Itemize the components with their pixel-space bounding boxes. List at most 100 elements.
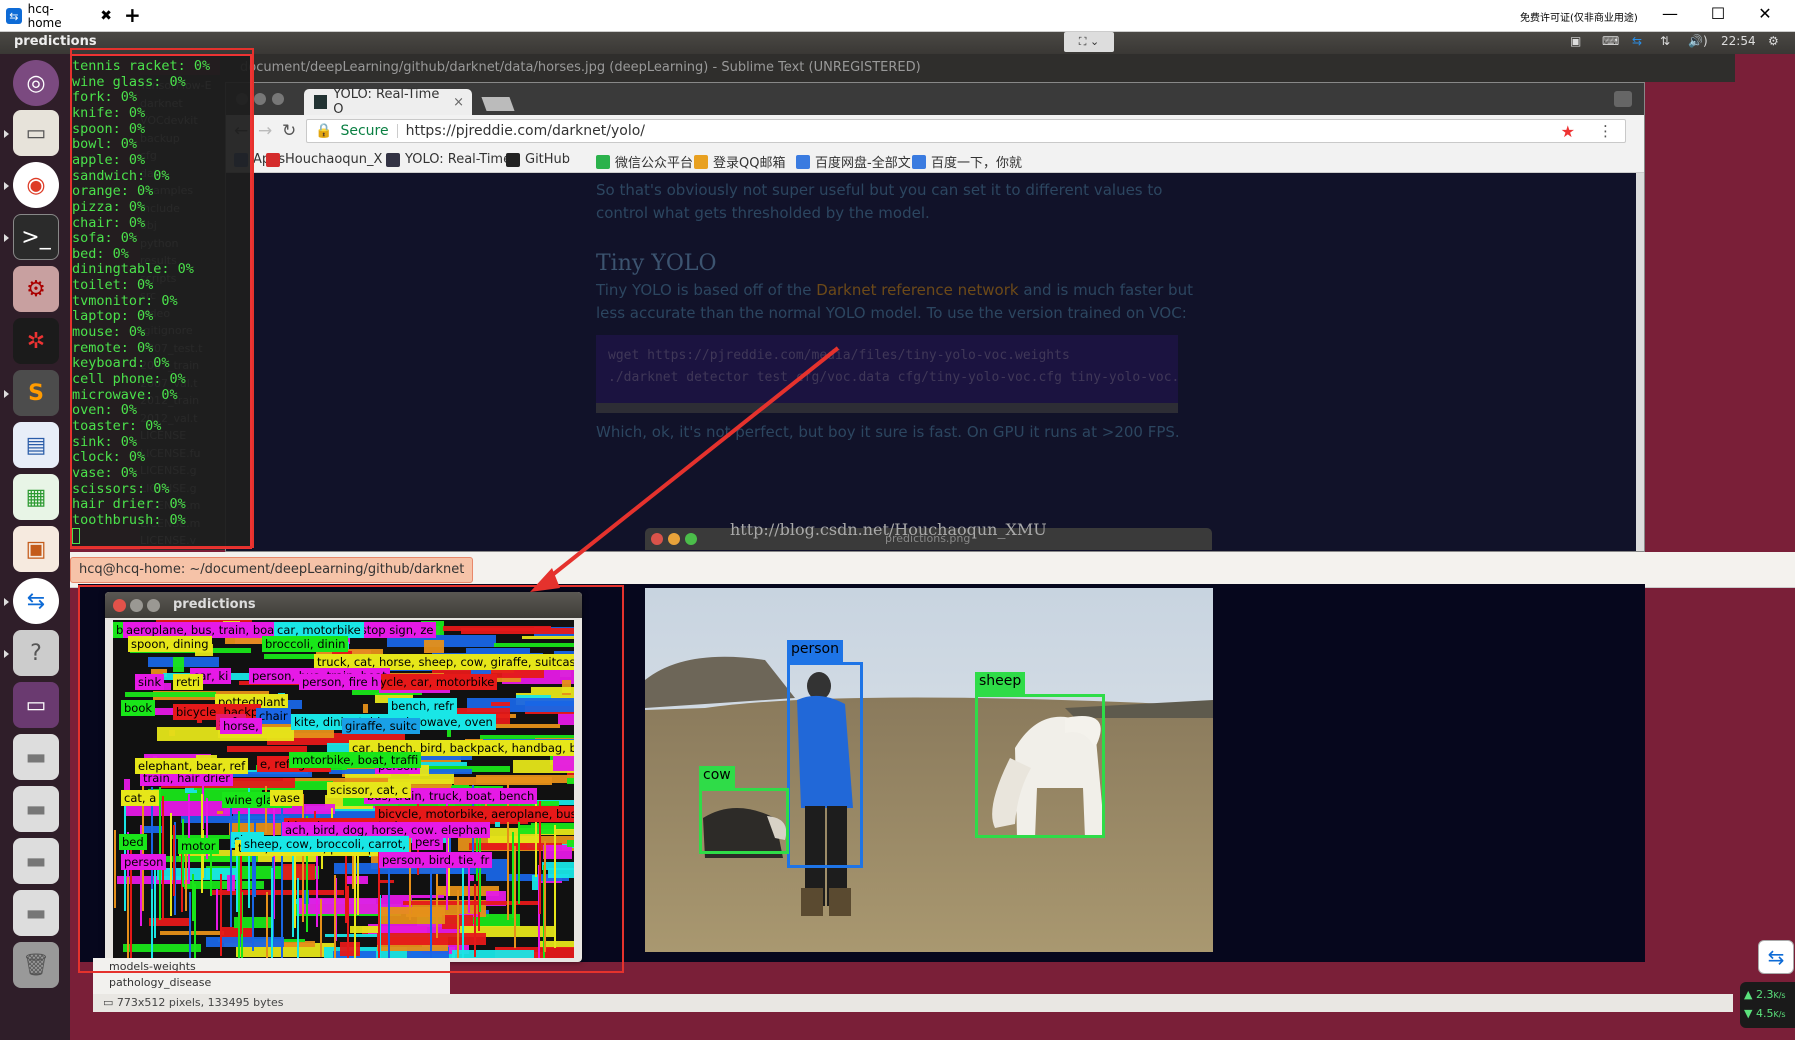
bookmark-label: Houchaoqun_X <box>285 152 383 167</box>
darknet-reference-link[interactable]: Darknet reference network <box>816 281 1018 299</box>
image-info-text: 773x512 pixels, 133495 bytes <box>116 996 284 1009</box>
secure-label: Secure <box>340 123 389 139</box>
bookmark-item[interactable]: 百度一下，你就 <box>912 152 1022 171</box>
clock[interactable]: 22:54 <box>1721 34 1756 48</box>
ubuntu-dash-icon[interactable]: ◎ <box>13 60 59 106</box>
teamviewer-icon: ⇆ <box>6 8 22 24</box>
trash-icon[interactable]: 🗑 <box>13 942 59 988</box>
chrome-toolbar: ← → ↻ 🔒 Secure https://pjreddie.com/dark… <box>226 115 1644 147</box>
bookmark-item[interactable]: GitHub <box>506 152 570 167</box>
active-app-name: predictions <box>14 34 97 49</box>
gear-icon[interactable]: ⚙ <box>1768 34 1779 48</box>
detection-label-sheep: sheep <box>975 672 1026 694</box>
bookmark-favicon-icon <box>596 154 610 169</box>
chrome-menu-icon[interactable]: ⋮ <box>1598 122 1613 140</box>
bookmark-label: 百度网盘-全部文 <box>815 156 911 171</box>
bookmark-favicon-icon <box>796 154 810 169</box>
keyboard-icon[interactable]: ⌨ <box>1602 34 1619 48</box>
maximize-button[interactable]: ☐ <box>1703 4 1733 23</box>
chrome-tab-close-icon[interactable]: × <box>453 95 464 110</box>
settings-icon[interactable]: ⚙ <box>13 266 59 312</box>
detection-box-cow <box>699 788 789 854</box>
status-bar: ▭ 773x512 pixels, 133495 bytes <box>93 994 1733 1012</box>
calc-icon[interactable]: ▦ <box>13 474 59 520</box>
drive-icon-2[interactable]: ▬ <box>13 786 59 832</box>
bookmark-item[interactable]: 登录QQ邮箱 <box>694 152 785 171</box>
tree-item-pathology-disease[interactable]: pathology_disease <box>109 976 211 989</box>
drive-icon-3[interactable]: ▬ <box>13 838 59 884</box>
session-tab-label: hcq-home <box>27 2 62 30</box>
url-text: https://pjreddie.com/darknet/yolo/ <box>405 123 645 139</box>
close-tab-icon[interactable]: ✖ <box>100 8 112 24</box>
bookmark-item[interactable]: 百度网盘-全部文 <box>796 152 911 171</box>
bookmarks-bar: AppsHouchaoqun_XYOLO: Real-TimeGitHub微信公… <box>226 147 1644 173</box>
drive-icon-4[interactable]: ▬ <box>13 890 59 936</box>
annotation-box-terminal <box>70 48 254 548</box>
detection-label-cow: cow <box>699 766 735 788</box>
chrome-window: YOLO: Real-Time O × ← → ↻ 🔒 Secure https… <box>225 82 1645 552</box>
sublime-text-icon[interactable]: S <box>13 370 59 416</box>
detection-box-person <box>787 662 863 868</box>
files-icon[interactable]: ▭ <box>13 110 59 156</box>
minimize-button[interactable]: — <box>1655 4 1685 23</box>
remote-toolbar-toggle[interactable]: ⛶ ⌄ <box>1064 32 1114 52</box>
annotation-box-predictions <box>78 585 624 973</box>
code-line-1: wget https://pjreddie.com/media/files/ti… <box>608 348 1070 363</box>
bookmark-label: 微信公众平台 <box>615 156 694 171</box>
network-speed-widget: ▲ 2.3K/s ▼ 4.5K/s <box>1740 982 1795 1028</box>
terminal-titlebar: hcq@hcq-home: ~/document/deepLearning/gi… <box>70 552 1795 588</box>
download-speed: ▼ 4.5K/s <box>1744 1007 1786 1020</box>
chrome-account-icon[interactable] <box>1614 91 1632 107</box>
chrome-tab-yolo[interactable]: YOLO: Real-Time O × <box>304 87 472 117</box>
detection-label-person: person <box>787 640 843 662</box>
chrome-tab-label: YOLO: Real-Time O <box>333 87 440 117</box>
teamviewer-titlebar: ⇆ hcq-home ✖ + 免费许可证(仅非商业用途) — ☐ ✕ <box>0 0 1795 32</box>
sublime-window-title: document/deepLearning/github/darknet/dat… <box>220 54 1735 82</box>
bookmark-favicon-icon <box>912 154 926 169</box>
bookmark-favicon-icon <box>386 152 400 167</box>
page-closing-text: Which, ok, it's not perfect, but boy it … <box>596 423 1180 441</box>
chrome-new-tab-button[interactable] <box>481 97 515 111</box>
forward-icon[interactable]: → <box>258 121 272 141</box>
network-tool-icon[interactable]: ✲ <box>13 318 59 364</box>
new-tab-button[interactable]: + <box>124 3 141 27</box>
license-text: 免费许可证(仅非商业用途) <box>1520 13 1638 24</box>
terminal-icon[interactable]: >_ <box>13 214 59 260</box>
bookmark-item[interactable]: Houchaoqun_X <box>266 152 382 167</box>
unity-launcher: ◎ ▭ ◉ >_ ⚙ ✲ S ▤ ▦ ▣ ⇆ ? ▭ ▬ ▬ ▬ ▬ 🗑 <box>0 54 70 1040</box>
chrome-icon[interactable]: ◉ <box>13 162 59 208</box>
teamviewer-launcher-icon[interactable]: ⇆ <box>13 578 59 624</box>
writer-icon[interactable]: ▤ <box>13 422 59 468</box>
bookmark-label: 登录QQ邮箱 <box>713 156 786 171</box>
page-scrollbar[interactable] <box>1636 173 1644 551</box>
help-icon[interactable]: ? <box>13 630 59 676</box>
teamviewer-side-icon[interactable]: ⇆ <box>1758 940 1794 974</box>
tray-icon-1[interactable]: ▣ <box>1570 34 1581 48</box>
reload-icon[interactable]: ↻ <box>282 121 296 141</box>
page-paragraph: Tiny YOLO is based off of the Darknet re… <box>596 281 1193 322</box>
bookmark-star-icon[interactable]: ★ <box>1561 122 1575 141</box>
close-button[interactable]: ✕ <box>1750 4 1780 23</box>
bookmark-label: GitHub <box>525 152 571 167</box>
network-icon[interactable]: ⇅ <box>1660 34 1670 48</box>
teamviewer-tray-icon[interactable]: ⇆ <box>1632 34 1642 48</box>
drive-icon-1[interactable]: ▬ <box>13 734 59 780</box>
bookmark-item[interactable]: 微信公众平台 <box>596 152 693 171</box>
horses-detection-image: person sheep cow <box>645 588 1213 952</box>
workspace-icon[interactable]: ▭ <box>13 682 59 728</box>
address-bar[interactable]: 🔒 Secure https://pjreddie.com/darknet/yo… <box>306 119 1626 143</box>
upload-speed: ▲ 2.3K/s <box>1744 988 1786 1001</box>
impress-icon[interactable]: ▣ <box>13 526 59 572</box>
volume-icon[interactable]: 🔊) <box>1688 34 1708 48</box>
image-info-icon: ▭ <box>103 996 117 1009</box>
session-tab[interactable]: ⇆ hcq-home ✖ <box>6 2 112 30</box>
webpage-content: So that's obviously not super useful but… <box>226 173 1644 551</box>
lock-icon: 🔒 <box>315 123 333 139</box>
code-line-2: ./darknet detector test cfg/voc.data cfg… <box>608 370 1178 385</box>
page-heading: Tiny YOLO <box>596 251 717 276</box>
bookmark-favicon-icon <box>694 154 708 169</box>
yolo-favicon <box>314 95 328 109</box>
bookmark-label: YOLO: Real-Time <box>405 152 512 167</box>
csdn-watermark: http://blog.csdn.net/Houchaoqun_XMU <box>730 520 1047 539</box>
bookmark-item[interactable]: YOLO: Real-Time <box>386 152 511 167</box>
